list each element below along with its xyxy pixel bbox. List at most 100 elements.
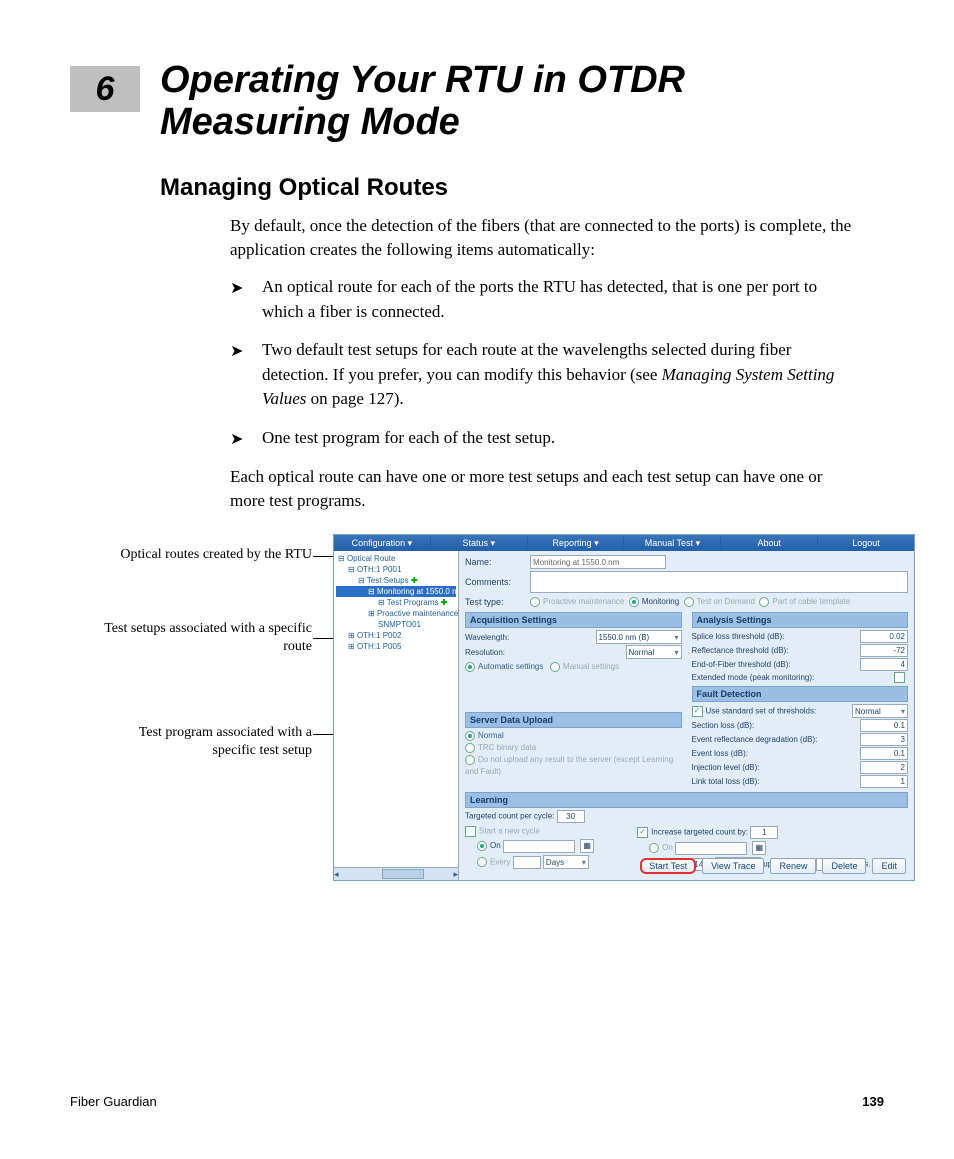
scroll-right-icon[interactable]: ▸ <box>453 869 458 880</box>
callout-line-2 <box>313 638 333 639</box>
fault-header: Fault Detection <box>692 686 909 702</box>
callout-line-3 <box>313 734 333 735</box>
calendar-icon-right[interactable]: ▦ <box>752 841 766 855</box>
link-value[interactable]: 1 <box>860 775 908 788</box>
inj-value[interactable]: 2 <box>860 761 908 774</box>
label-upload-normal: Normal <box>478 731 504 740</box>
radio-on-demand[interactable] <box>684 597 694 607</box>
radio-monitoring[interactable] <box>629 597 639 607</box>
tree-p001[interactable]: ⊟ OTH:1 P001 <box>336 564 456 575</box>
scroll-thumb[interactable] <box>382 869 424 879</box>
tree-test-setups[interactable]: ⊟ Test Setups ✚ <box>336 575 456 586</box>
label-proactive: Proactive maintenance <box>543 597 624 606</box>
increase-input[interactable]: 1 <box>750 826 778 839</box>
menu-manual-test[interactable]: Manual Test ▾ <box>624 536 721 551</box>
radio-manual-settings[interactable] <box>550 662 560 672</box>
callout-test-program: Test program associated with a specific … <box>100 724 312 760</box>
add-setup-icon[interactable]: ✚ <box>411 576 418 585</box>
radio-upload-trc[interactable] <box>465 743 475 753</box>
tree-snmp[interactable]: SNMPTO01 <box>336 619 456 630</box>
use-std-check[interactable]: ✓ <box>692 706 703 717</box>
days-select-left[interactable]: Days <box>543 855 589 869</box>
name-field[interactable]: Monitoring at 1550.0 nm <box>530 555 666 569</box>
radio-upload-normal[interactable] <box>465 731 475 741</box>
on-date-left[interactable] <box>503 840 575 853</box>
bullet-3: One test program for each of the test se… <box>230 426 854 451</box>
resolution-select[interactable]: Normal <box>626 645 682 659</box>
on-date-right[interactable] <box>675 842 747 855</box>
erd-value[interactable]: 3 <box>860 733 908 746</box>
tree-p002[interactable]: ⊞ OTH:1 P002 <box>336 630 456 641</box>
radio-proactive[interactable] <box>530 597 540 607</box>
analysis-header: Analysis Settings <box>692 612 909 628</box>
splice-value[interactable]: 0.02 <box>860 630 908 643</box>
tree-proactive[interactable]: ⊞ Proactive maintenance at <box>336 608 456 619</box>
section-loss-label: Section loss (dB): <box>692 721 755 730</box>
menu-reporting[interactable]: Reporting ▾ <box>528 536 625 551</box>
event-loss-label: Event loss (dB): <box>692 749 748 758</box>
app-body: ⊟ Optical Route ⊟ OTH:1 P001 ⊟ Test Setu… <box>334 551 914 880</box>
delete-button[interactable]: Delete <box>822 858 866 874</box>
button-row: Start Test View Trace Renew Delete Edit <box>640 858 906 874</box>
radio-on-left[interactable] <box>477 841 487 851</box>
wavelength-select[interactable]: 1550.0 nm (B) <box>596 630 682 644</box>
inj-label: Injection level (dB): <box>692 763 760 772</box>
radio-on-right[interactable] <box>649 843 659 853</box>
chapter-header: 6 Operating Your RTU in OTDR Measuring M… <box>70 60 884 144</box>
radio-auto-settings[interactable] <box>465 662 475 672</box>
section-title: Managing Optical Routes <box>160 174 884 202</box>
tree-optical-route[interactable]: ⊟ Optical Route <box>336 553 456 564</box>
refl-label: Reflectance threshold (dB): <box>692 646 789 655</box>
resolution-label: Resolution: <box>465 648 505 657</box>
body-text: By default, once the detection of the fi… <box>230 214 854 514</box>
menu-about[interactable]: About <box>721 536 818 550</box>
bullet-1: An optical route for each of the ports t… <box>230 275 854 324</box>
menu-logout[interactable]: Logout <box>818 536 914 550</box>
ext-label: Extended mode (peak monitoring): <box>692 673 815 682</box>
tree-test-programs[interactable]: ⊟ Test Programs ✚ <box>336 597 456 608</box>
targeted-input[interactable]: 30 <box>557 810 585 823</box>
comments-label: Comments: <box>465 577 530 587</box>
intro-paragraph: By default, once the detection of the fi… <box>230 214 854 263</box>
label-auto-settings: Automatic settings <box>478 662 543 671</box>
targeted-label: Targeted count per cycle: <box>465 812 554 821</box>
increase-label: Increase targeted count by: <box>651 828 748 837</box>
footer-page-number: 139 <box>862 1094 884 1109</box>
start-new-check[interactable] <box>465 826 476 837</box>
on-label-left: On <box>490 841 501 850</box>
label-upload-none: Do not upload any result to the server (… <box>465 755 673 776</box>
refl-value[interactable]: -72 <box>860 644 908 657</box>
eof-value[interactable]: 4 <box>860 658 908 671</box>
view-trace-button[interactable]: View Trace <box>702 858 764 874</box>
renew-button[interactable]: Renew <box>770 858 816 874</box>
every-n-left[interactable] <box>513 856 541 869</box>
add-program-icon[interactable]: ✚ <box>441 598 448 607</box>
test-type-label: Test type: <box>465 597 530 607</box>
increase-check[interactable]: ✓ <box>637 827 648 838</box>
menu-configuration[interactable]: Configuration ▾ <box>334 536 431 551</box>
radio-template[interactable] <box>759 597 769 607</box>
label-on-demand: Test on Demand <box>697 597 755 606</box>
tree-p005[interactable]: ⊞ OTH:1 P005 <box>336 641 456 652</box>
label-manual-settings: Manual settings <box>563 662 619 671</box>
figure: Optical routes created by the RTU Test s… <box>100 534 900 884</box>
start-test-button[interactable]: Start Test <box>640 858 696 874</box>
tree-panel: ⊟ Optical Route ⊟ OTH:1 P001 ⊟ Test Setu… <box>334 551 459 880</box>
comments-field[interactable] <box>530 571 908 593</box>
menu-status[interactable]: Status ▾ <box>431 536 528 551</box>
radio-upload-none[interactable] <box>465 755 475 765</box>
callout-line-1 <box>313 556 333 557</box>
scroll-left-icon[interactable]: ◂ <box>334 869 339 880</box>
edit-button[interactable]: Edit <box>872 858 906 874</box>
calendar-icon-left[interactable]: ▦ <box>580 839 594 853</box>
chapter-title: Operating Your RTU in OTDR Measuring Mod… <box>160 60 884 144</box>
radio-every-left[interactable] <box>477 857 487 867</box>
event-loss-value[interactable]: 0.1 <box>860 747 908 760</box>
bullet-2: Two default test setups for each route a… <box>230 338 854 412</box>
ext-checkbox[interactable] <box>894 672 905 683</box>
tree-scrollbar[interactable]: ◂ ▸ <box>334 867 458 880</box>
section-loss-value[interactable]: 0.1 <box>860 719 908 732</box>
use-std-select[interactable]: Normal <box>852 704 908 718</box>
tree-monitoring-1550[interactable]: ⊟ Monitoring at 1550.0 nm <box>336 586 456 597</box>
wavelength-label: Wavelength: <box>465 633 509 642</box>
